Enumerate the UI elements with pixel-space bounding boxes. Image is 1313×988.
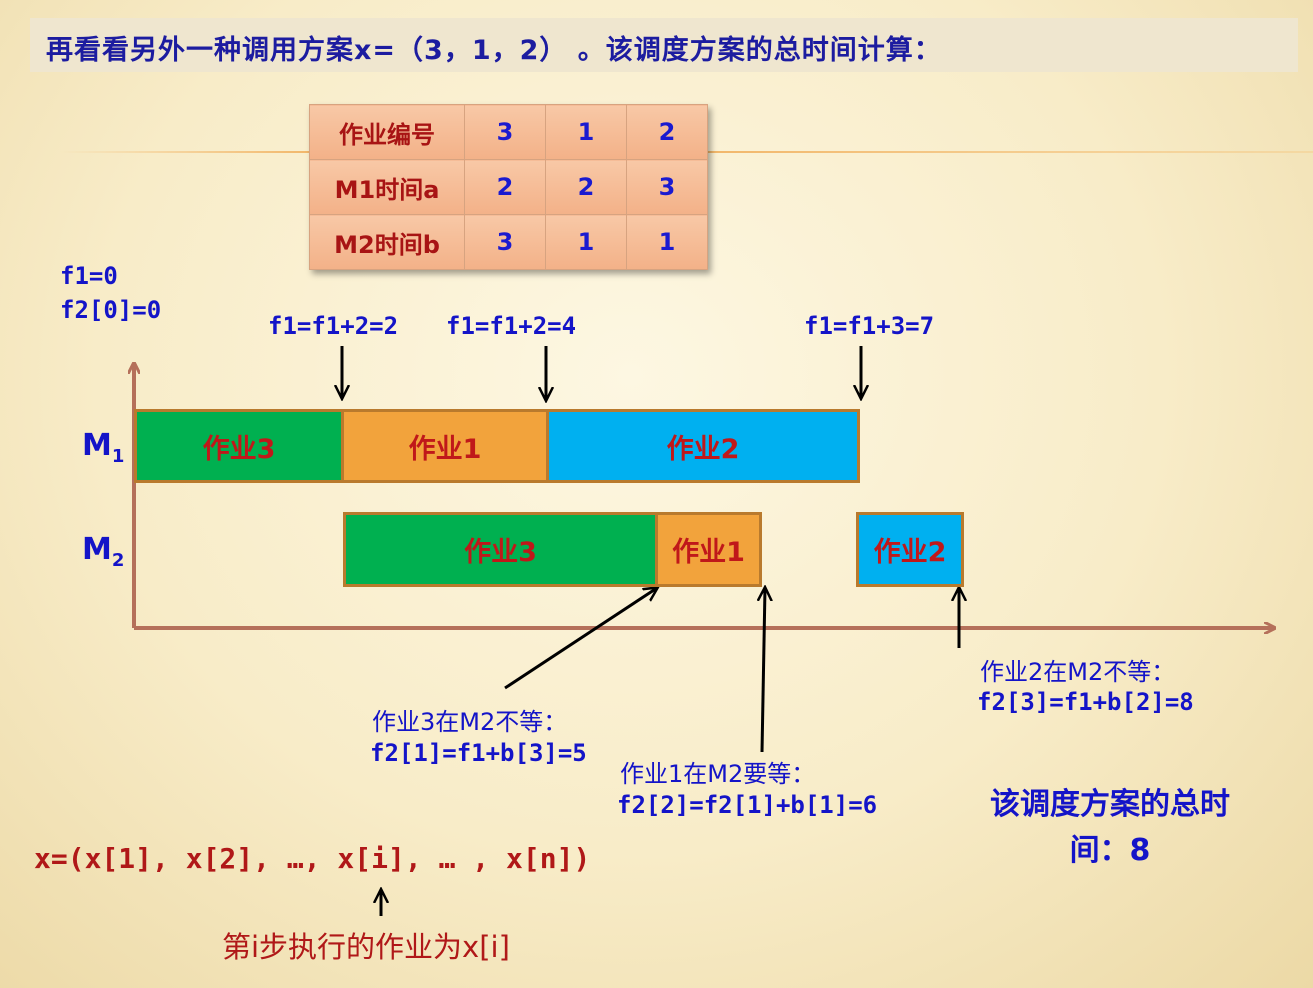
note-job1-line2: f2[2]=f2[1]+b[1]=6	[617, 791, 878, 819]
note-job1-line1: 作业1在M2要等：	[620, 760, 816, 788]
m2-job2-bar: 作业2	[856, 512, 964, 587]
m1-job3-bar: 作业3	[134, 409, 344, 483]
arrow-note	[762, 588, 765, 753]
sequence-notation: x=(x[1], x[2], …, x[i], … , x[n])	[34, 842, 591, 875]
machine-label-m2: M2	[82, 532, 125, 571]
note-job2-line2: f2[3]=f1+b[2]=8	[977, 688, 1194, 716]
m1-job2-bar: 作业2	[546, 409, 860, 483]
note-job3-line1: 作业3在M2不等：	[372, 708, 568, 736]
machine-label-m1: M1	[82, 428, 125, 467]
note-job3-line2: f2[1]=f1+b[3]=5	[370, 739, 587, 767]
m1-job1-bar: 作业1	[341, 409, 549, 483]
arrow-note	[504, 588, 657, 690]
note-job2-line1: 作业2在M2不等：	[980, 658, 1176, 686]
total-time: 该调度方案的总时间：8	[990, 787, 1230, 868]
step-description: 第i步执行的作业为x[i]	[222, 930, 510, 964]
m2-job1-bar: 作业1	[655, 512, 762, 587]
m2-job3-bar: 作业3	[343, 512, 658, 587]
